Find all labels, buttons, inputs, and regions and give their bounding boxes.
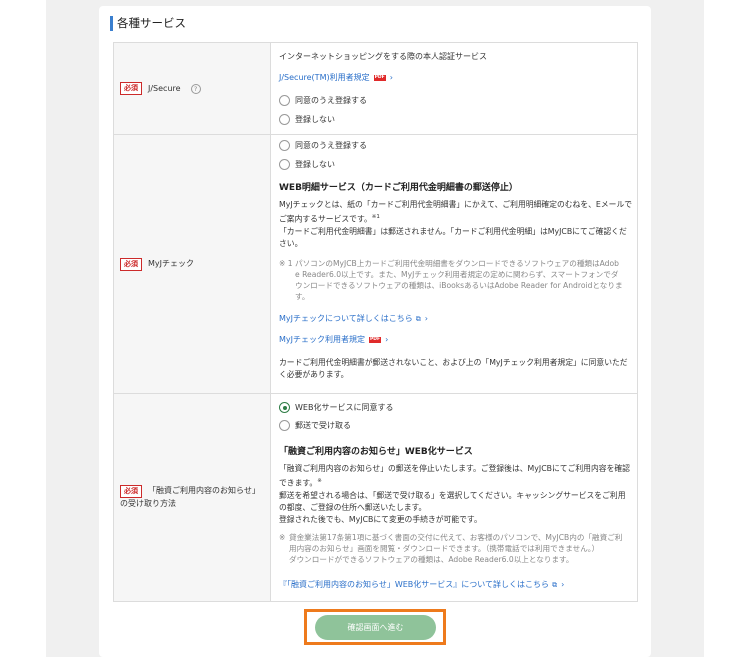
external-link-icon: ⧉ <box>552 581 558 589</box>
external-link-icon: ⧉ <box>415 315 421 323</box>
myj-content-cell: 同意のうえ登録する 登録しない WEB明細サービス（カードご利用代金明細書の郵送… <box>270 134 638 394</box>
loan-label-line2: の受け取り方法 <box>120 499 176 508</box>
chevron-right-icon: › <box>561 580 565 589</box>
myj-desc-line: ご案内するサービスです。※1 <box>279 211 634 226</box>
loan-note-line: 用内容のお知らせ」画面を閲覧・ダウンロードできます。（携帯電話では利用できません… <box>289 544 600 553</box>
myj-label: MyJチェック <box>148 259 194 268</box>
pdf-icon: PDF <box>373 74 386 81</box>
required-badge: 必須 <box>120 82 142 95</box>
myj-desc-line: 「カードご利用代金明細書」は郵送されません。「カードご利用代金明細」はMyJCB… <box>279 226 627 236</box>
loan-row: 必須 「融資ご利用内容のお知らせ」 の受け取り方法 WEB化サービスに同意する … <box>113 393 638 602</box>
loan-option-mail-label: 郵送で受け取る <box>295 421 351 430</box>
radio-button-selected[interactable] <box>279 402 290 413</box>
chevron-right-icon: › <box>424 314 428 323</box>
myj-agreement-line: カードご利用代金明細書が郵送されないこと、および上の「MyJチェック利用者規定」… <box>279 358 628 367</box>
myj-option-decline[interactable]: 登録しない <box>279 159 335 170</box>
myj-terms-link-wrap[interactable]: MyJチェック利用者規定 PDF › <box>279 334 388 346</box>
loan-label-line1: 「融資ご利用内容のお知らせ」 <box>148 486 260 495</box>
loan-option-mail[interactable]: 郵送で受け取る <box>279 420 351 431</box>
myj-note-line: パソコンのMyJCB上カードご利用代金明細書をダウンロードできるソフトウェアの種… <box>295 259 619 268</box>
chevron-right-icon: › <box>385 335 389 344</box>
loan-note-line: 貸金業法第17条第1項に基づく書面の交付に代えて、お客様のパソコンで、MyJCB… <box>289 533 623 542</box>
help-icon[interactable]: ? <box>190 83 201 94</box>
loan-desc-line: 「融資ご利用内容のお知らせ」の郵送を停止いたします。ご登録後は、MyJCBにてご… <box>279 464 630 473</box>
loan-label-cell: 必須 「融資ご利用内容のお知らせ」 の受け取り方法 <box>113 393 271 602</box>
radio-button[interactable] <box>279 159 290 170</box>
myj-description: MyJチェックとは、紙の「カードご利用代金明細書」にかえて、ご利用明細確定のむね… <box>279 199 634 250</box>
radio-button[interactable] <box>279 114 290 125</box>
loan-heading: 「融資ご利用内容のお知らせ」WEB化サービス <box>279 447 473 457</box>
required-badge: 必須 <box>120 485 142 498</box>
note-mark: ※ <box>279 533 286 542</box>
myj-note: ※ 1 パソコンのMyJCB上カードご利用代金明細書をダウンロードできるソフトウ… <box>279 258 634 302</box>
loan-desc-line: 郵送を希望される場合は、「郵送で受け取る」を選択してください。キャッシングサービ… <box>279 490 626 500</box>
loan-option-web-label: WEB化サービスに同意する <box>295 403 394 412</box>
radio-button[interactable] <box>279 420 290 431</box>
myj-option-agree[interactable]: 同意のうえ登録する <box>279 140 367 151</box>
loan-desc-line: 登録された後でも、MyJCBにて変更の手続きが可能です。 <box>279 514 482 524</box>
jsecure-terms-link-wrap[interactable]: J/Secure(TM)利用者規定 PDF › <box>279 72 393 84</box>
myj-desc-text: ご案内するサービスです。 <box>279 214 372 224</box>
loan-details-link[interactable]: 『「融資ご利用内容のお知らせ」WEB化サービス』について詳しくはこちら <box>279 580 549 589</box>
myj-terms-link[interactable]: MyJチェック利用者規定 <box>279 335 365 344</box>
loan-note-line: ダウンロードができるソフトウェアの種類は、Adobe Reader6.0以上とな… <box>289 555 574 564</box>
services-form-table: 必須 J/Secure ? インターネットショッピングをする際の本人認証サービス… <box>113 42 638 602</box>
loan-content-cell: WEB化サービスに同意する 郵送で受け取る 「融資ご利用内容のお知らせ」WEB化… <box>270 393 638 602</box>
myj-heading: WEB明細サービス（カードご利用代金明細書の郵送停止） <box>279 183 518 193</box>
radio-button[interactable] <box>279 95 290 106</box>
myj-desc-line: さい。 <box>279 238 303 248</box>
myj-note-line: e Reader6.0以上です。また、MyJチェック利用者規定の定めに関わらず、… <box>295 270 619 279</box>
pdf-icon: PDF <box>369 336 382 343</box>
jsecure-label: J/Secure <box>148 83 181 93</box>
loan-description: 「融資ご利用内容のお知らせ」の郵送を停止いたします。ご登録後は、MyJCBにてご… <box>279 463 634 526</box>
jsecure-row: 必須 J/Secure ? インターネットショッピングをする際の本人認証サービス… <box>113 42 638 135</box>
jsecure-option-decline[interactable]: 登録しない <box>279 114 335 125</box>
section-title: 各種サービス <box>110 16 186 31</box>
footnote-mark: ※1 <box>371 214 380 220</box>
myj-desc-line: MyJチェックとは、紙の「カードご利用代金明細書」にかえて、ご利用明細確定のむね… <box>279 200 633 209</box>
loan-desc-line: できます。※ <box>279 475 634 490</box>
footnote-mark: ※ <box>317 478 322 484</box>
myj-note-line: ウンロードできるソフトウェアの種類は、iBooksあるいはAdobe Reade… <box>295 281 623 290</box>
myj-option-agree-label: 同意のうえ登録する <box>295 141 367 150</box>
jsecure-option-agree-label: 同意のうえ登録する <box>295 96 367 105</box>
jsecure-option-agree[interactable]: 同意のうえ登録する <box>279 95 367 106</box>
myj-agreement-line: く必要があります。 <box>279 370 349 379</box>
myj-label-cell: 必須 MyJチェック <box>113 134 271 394</box>
myj-note-line: す。 <box>295 292 310 301</box>
myj-details-link[interactable]: MyJチェックについて詳しくはこちら <box>279 314 413 323</box>
jsecure-description: インターネットショッピングをする際の本人認証サービス <box>279 52 487 61</box>
jsecure-label-cell: 必須 J/Secure ? <box>113 42 271 135</box>
loan-desc-line: の都度、ご登録の住所へ郵送いたします。 <box>279 502 427 512</box>
jsecure-terms-link[interactable]: J/Secure(TM)利用者規定 <box>279 73 370 82</box>
chevron-right-icon: › <box>389 73 393 82</box>
jsecure-content-cell: インターネットショッピングをする際の本人認証サービス J/Secure(TM)利… <box>270 42 638 135</box>
loan-desc-text: できます。 <box>279 478 318 488</box>
required-badge: 必須 <box>120 257 142 271</box>
loan-option-web[interactable]: WEB化サービスに同意する <box>279 402 393 413</box>
loan-details-link-wrap[interactable]: 『「融資ご利用内容のお知らせ」WEB化サービス』について詳しくはこちら ⧉ › <box>279 579 564 591</box>
myj-details-link-wrap[interactable]: MyJチェックについて詳しくはこちら ⧉ › <box>279 313 428 325</box>
jsecure-option-decline-label: 登録しない <box>295 115 335 124</box>
myj-option-decline-label: 登録しない <box>295 160 335 169</box>
note-mark: ※ 1 <box>279 259 293 268</box>
loan-note: ※ 貸金業法第17条第1項に基づく書面の交付に代えて、お客様のパソコンで、MyJ… <box>279 532 634 565</box>
confirm-button-highlight: 確認画面へ進む <box>304 609 446 645</box>
confirm-button[interactable]: 確認画面へ進む <box>315 615 436 640</box>
radio-button[interactable] <box>279 140 290 151</box>
myj-row: 必須 MyJチェック 同意のうえ登録する 登録しない WEB明細サービス（カード… <box>113 134 638 394</box>
myj-agreement-note: カードご利用代金明細書が郵送されないこと、および上の「MyJチェック利用者規定」… <box>279 357 634 381</box>
